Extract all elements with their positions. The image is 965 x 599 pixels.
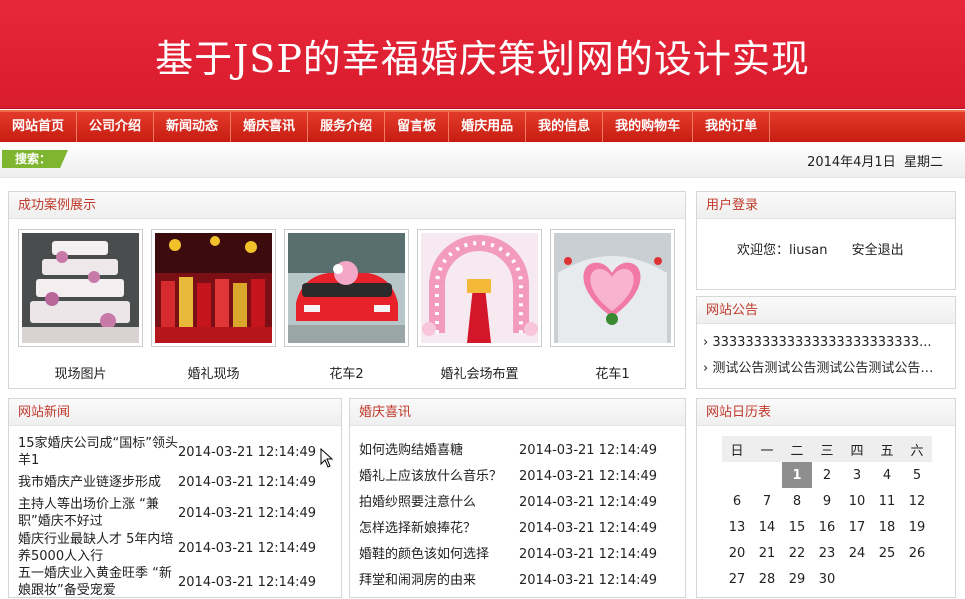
calendar-day[interactable]: 23 [812,540,842,566]
search-label[interactable]: 搜索： [2,150,68,168]
wedding-news-row[interactable]: 婚鞋的颜色该如何选择 2014-03-21 12:14:49 [359,541,657,567]
case-image-cake[interactable] [18,229,143,347]
calendar-empty-cell [872,566,902,592]
case-image-ceremony[interactable] [151,229,276,347]
news-row[interactable]: 主持人等出场价上涨 “兼职”婚庆不好过 2014-03-21 12:14:49 [18,495,316,531]
calendar-day[interactable]: 24 [842,540,872,566]
case-caption-1[interactable]: 现场图片 [18,363,143,382]
nav-guestbook[interactable]: 留言板 [385,112,450,142]
weekday-header: 四 [842,436,872,462]
news-row[interactable]: 15家婚庆公司成“国标”领头羊1 2014-03-21 12:14:49 [18,435,316,469]
calendar-day[interactable]: 2 [812,462,842,488]
wedding-news-row[interactable]: 婚礼上应该放什么音乐？ 2014-03-21 12:14:49 [359,463,657,489]
calendar-day[interactable]: 1 [782,462,812,488]
wedding-news-row[interactable]: 如何选购结婚喜糖 2014-03-21 12:14:49 [359,437,657,463]
weekday-header: 一 [752,436,782,462]
news-panel: 网站新闻 15家婚庆公司成“国标”领头羊1 2014-03-21 12:14:49… [8,398,342,598]
wedding-news-row[interactable]: 拜堂和闹洞房的由来 2014-03-21 12:14:49 [359,567,657,593]
calendar-day[interactable]: 21 [752,540,782,566]
case-caption-3[interactable]: 花车2 [284,363,409,382]
calendar-empty-cell [902,566,932,592]
calendar-panel: 网站日历表 日 一 二 三 四 五 六 1 2 3 4 5 6 7 8 9 10 11 12 13 14 1… [696,398,956,598]
logout-link[interactable]: 安全退出 [852,243,904,258]
calendar-grid: 日 一 二 三 四 五 六 1 2 3 4 5 6 7 8 9 10 11 12 13 14 15 16 17 1… [722,436,932,592]
case-caption-2[interactable]: 婚礼现场 [151,363,276,382]
news-row[interactable]: 我市婚庆产业链逐步形成 2014-03-21 12:14:49 [18,469,316,495]
news-title: 网站新闻 [9,399,341,426]
nav-company[interactable]: 公司介绍 [77,112,155,142]
calendar-day[interactable]: 9 [812,488,842,514]
calendar-day[interactable]: 13 [722,514,752,540]
calendar-day[interactable]: 14 [752,514,782,540]
nav-news[interactable]: 新闻动态 [154,112,232,142]
calendar-day[interactable]: 19 [902,514,932,540]
calendar-empty-cell [752,462,782,488]
calendar-day[interactable]: 22 [782,540,812,566]
calendar-day[interactable]: 12 [902,488,932,514]
calendar-day[interactable]: 18 [872,514,902,540]
calendar-empty-cell [842,566,872,592]
calendar-day[interactable]: 20 [722,540,752,566]
calendar-day[interactable]: 17 [842,514,872,540]
weekday-header: 二 [782,436,812,462]
calendar-day[interactable]: 4 [872,462,902,488]
main-nav: 网站首页 公司介绍 新闻动态 婚庆喜讯 服务介绍 留言板 婚庆用品 我的信息 我… [0,110,965,142]
site-title: 基于JSP的幸福婚庆策划网的设计实现 [155,37,810,81]
nav-home[interactable]: 网站首页 [0,112,78,142]
cases-panel: 成功案例展示 现场图片 婚礼现场 花车2 婚礼会场布置 花车1 [8,191,686,389]
calendar-empty-cell [722,462,752,488]
wedding-news-title: 婚庆喜讯 [350,399,685,426]
calendar-day[interactable]: 25 [872,540,902,566]
case-image-venue[interactable] [417,229,542,347]
wedding-news-row[interactable]: 怎样选择新娘捧花？ 2014-03-21 12:14:49 [359,515,657,541]
welcome-text: 欢迎您：liusan [737,243,828,258]
calendar-day[interactable]: 28 [752,566,782,592]
calendar-day[interactable]: 11 [872,488,902,514]
wedding-news-panel: 婚庆喜讯 如何选购结婚喜糖 2014-03-21 12:14:49 婚礼上应该放什… [349,398,686,598]
case-image-car2[interactable] [284,229,409,347]
nav-supplies[interactable]: 婚庆用品 [449,112,527,142]
wedding-news-row[interactable]: 拍婚纱照要注意什么 2014-03-21 12:14:49 [359,489,657,515]
calendar-day[interactable]: 10 [842,488,872,514]
notice-item[interactable]: › 测试公告测试公告测试公告测试公告… [703,356,949,382]
calendar-title: 网站日历表 [697,399,955,426]
nav-cart[interactable]: 我的购物车 [603,112,694,142]
calendar-day[interactable]: 26 [902,540,932,566]
weekday-header: 日 [722,436,752,462]
case-caption-5[interactable]: 花车1 [550,363,675,382]
news-row[interactable]: 婚庆行业最缺人才 5年内培养5000人入行 2014-03-21 12:14:49 [18,531,316,565]
site-banner: 基于JSP的幸福婚庆策划网的设计实现 [0,0,965,109]
cases-title: 成功案例展示 [9,192,685,219]
calendar-day[interactable]: 27 [722,566,752,592]
notice-title: 网站公告 [697,297,955,324]
case-image-car1[interactable] [550,229,675,347]
weekday-header: 六 [902,436,932,462]
nav-orders[interactable]: 我的订单 [693,112,771,142]
nav-wedding-news[interactable]: 婚庆喜讯 [231,112,309,142]
weekday-header: 三 [812,436,842,462]
nav-my-info[interactable]: 我的信息 [526,112,604,142]
notice-item[interactable]: › 3333333333333333333333333... [703,330,949,356]
case-caption-4[interactable]: 婚礼会场布置 [417,363,542,382]
weekday-header: 五 [872,436,902,462]
login-title: 用户登录 [697,192,955,219]
nav-services[interactable]: 服务介绍 [308,112,386,142]
search-bar: 搜索： 2014年4月1日 星期二 [0,142,965,178]
login-panel: 用户登录 欢迎您：liusan 安全退出 [696,191,956,290]
calendar-day[interactable]: 29 [782,566,812,592]
calendar-day[interactable]: 15 [782,514,812,540]
calendar-day[interactable]: 7 [752,488,782,514]
mouse-cursor-icon [320,448,334,468]
calendar-day[interactable]: 8 [782,488,812,514]
calendar-day[interactable]: 16 [812,514,842,540]
calendar-day[interactable]: 5 [902,462,932,488]
calendar-day[interactable]: 6 [722,488,752,514]
current-date: 2014年4月1日 星期二 [807,155,943,170]
calendar-day[interactable]: 3 [842,462,872,488]
notice-panel: 网站公告 › 3333333333333333333333333... › 测试… [696,296,956,389]
calendar-day[interactable]: 30 [812,566,842,592]
